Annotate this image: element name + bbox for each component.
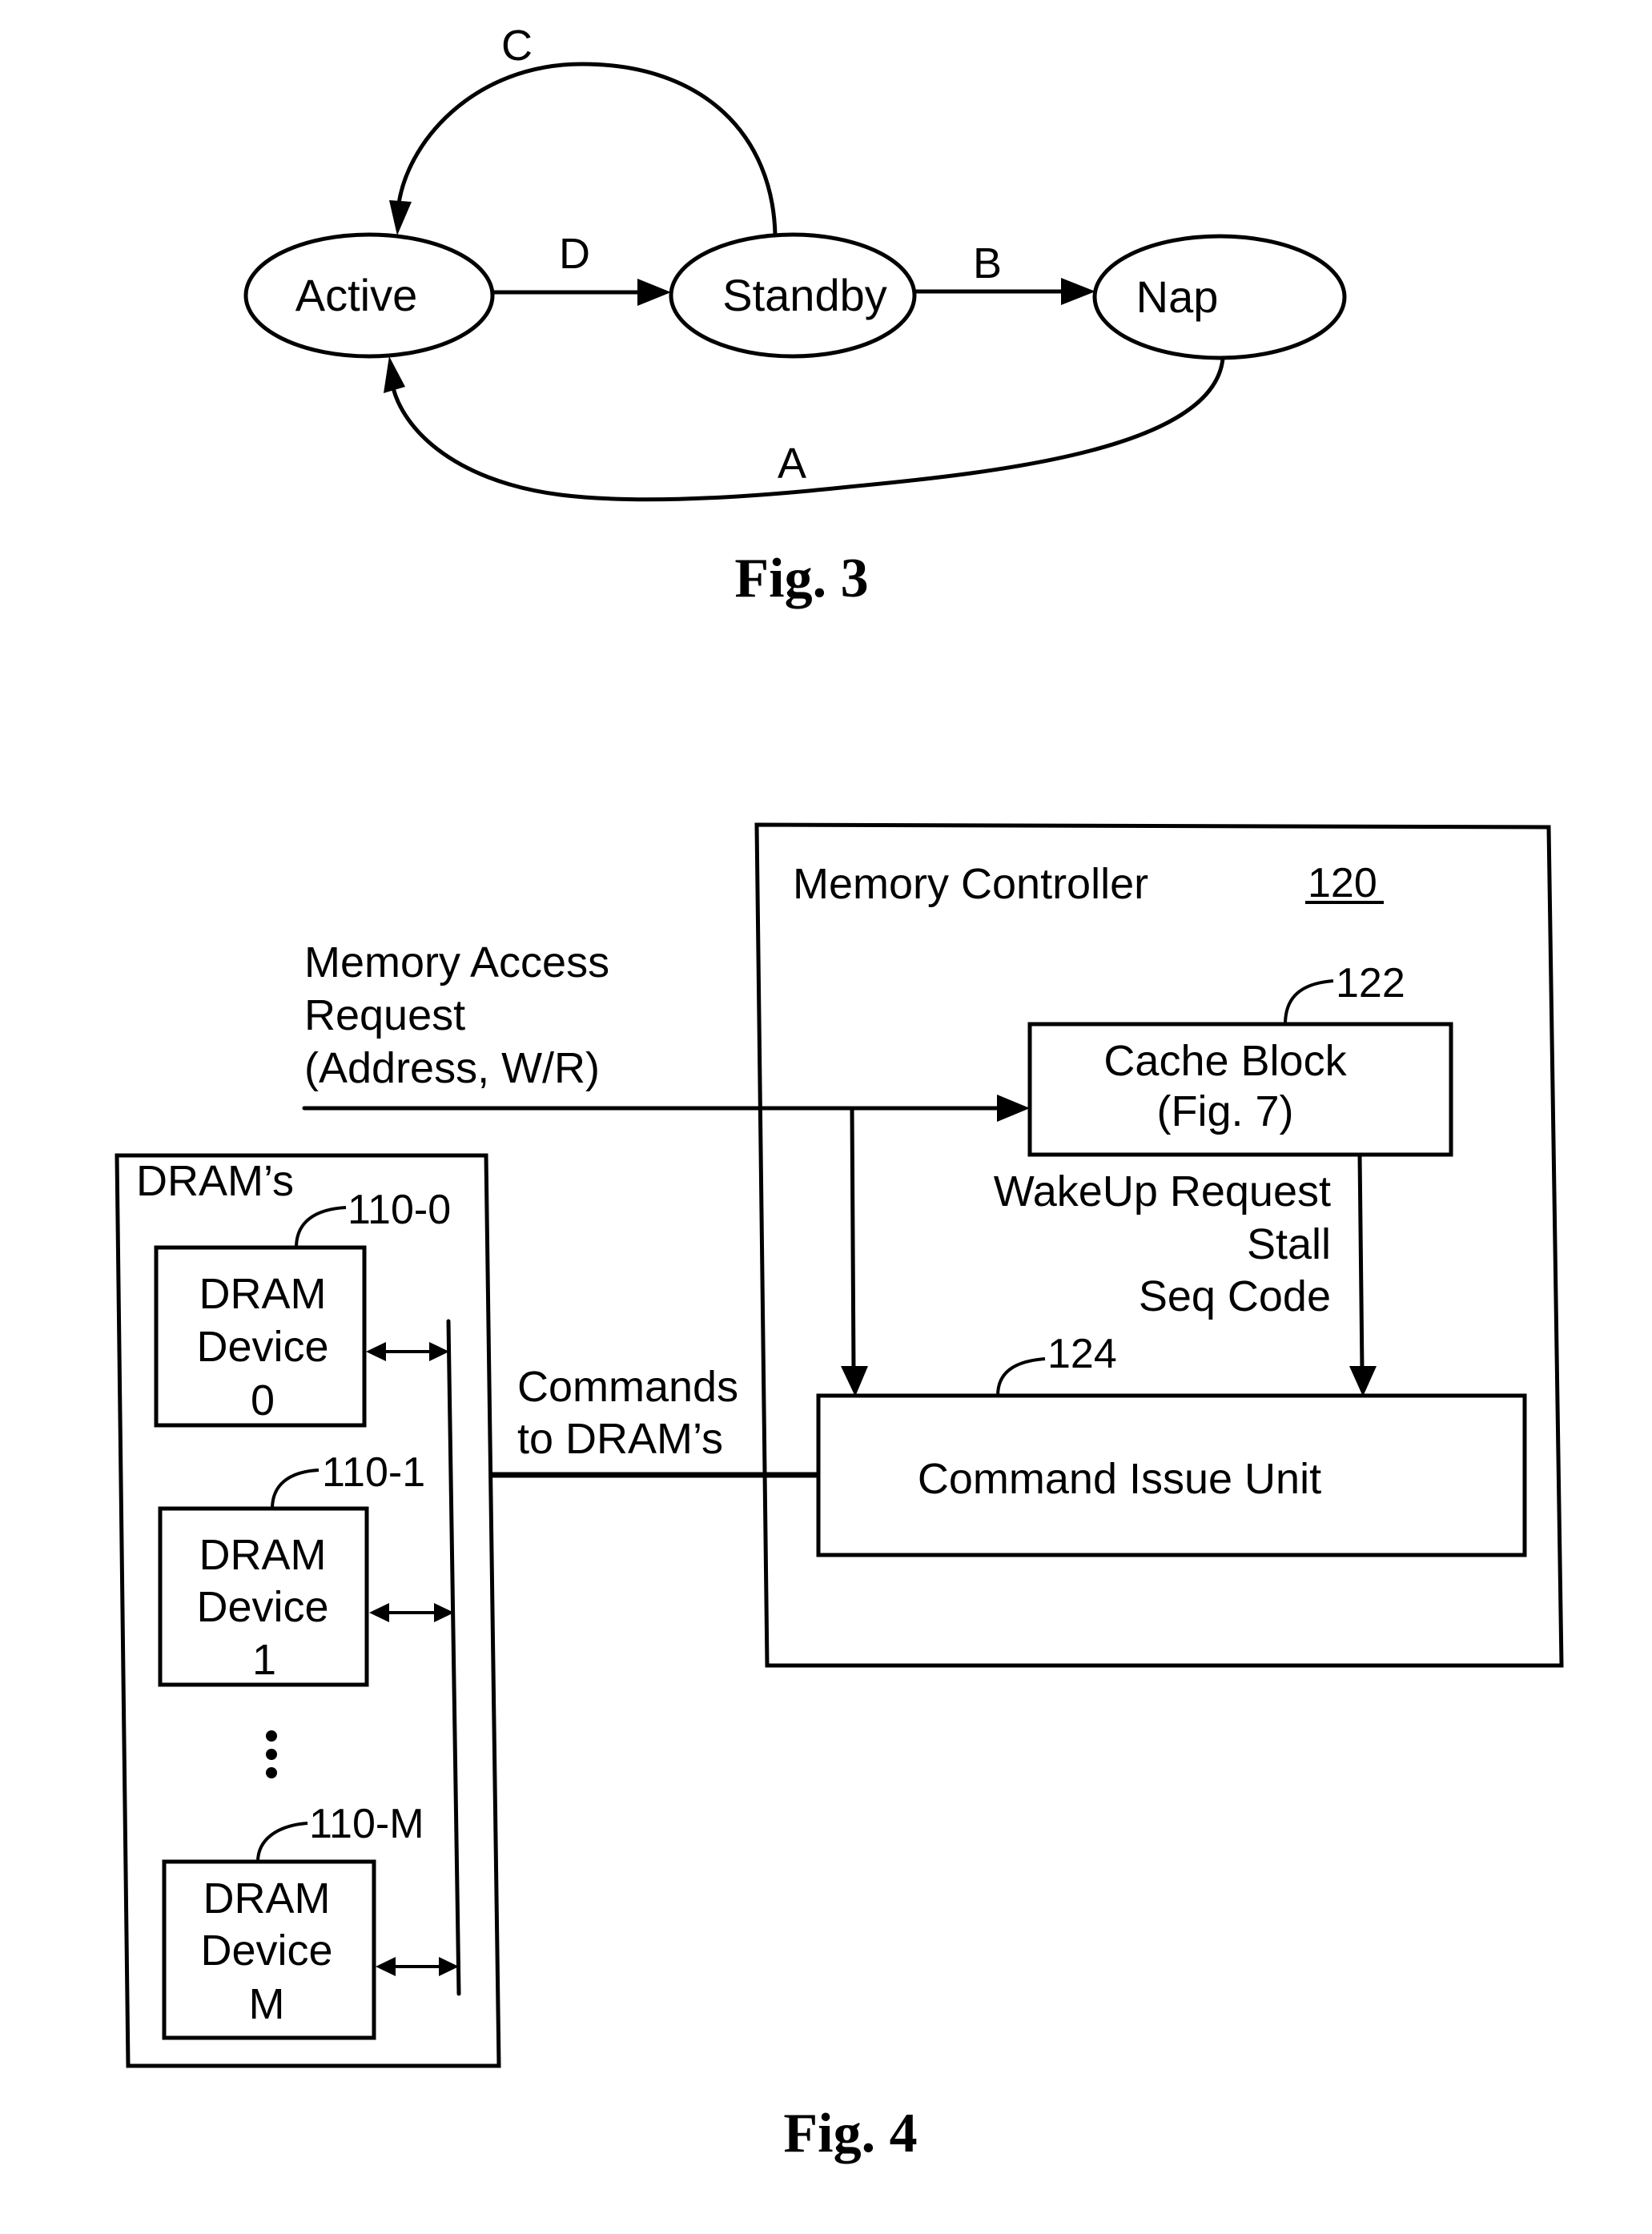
dram-device-m-ref: 110-M	[309, 1801, 424, 1847]
ellipsis-dot	[266, 1730, 277, 1742]
memory-access-request-line-3: (Address, W/R)	[304, 1044, 600, 1092]
transition-b-arrowhead	[1061, 278, 1095, 305]
cache-block-ref: 122	[1336, 960, 1405, 1007]
drams-title: DRAM’s	[136, 1157, 294, 1205]
dram-device-1-ref: 110-1	[322, 1449, 425, 1496]
state-active-label: Active	[295, 270, 418, 320]
state-standby: Standby	[669, 232, 917, 359]
dram-device-1-line-2: Device	[196, 1583, 328, 1631]
memory-access-request-line-2: Request	[304, 991, 465, 1039]
memory-access-request-line-1: Memory Access	[304, 938, 609, 986]
commands-label-line-2: to DRAM’s	[517, 1415, 723, 1463]
transition-a-label: A	[778, 440, 806, 488]
transition-c: C	[389, 22, 778, 237]
transition-c-arc	[396, 62, 778, 237]
fig4-block-diagram: Memory Controller 120 Memory Access Requ…	[115, 822, 1564, 2164]
state-nap-label: Nap	[1136, 271, 1219, 322]
transition-d: D	[491, 230, 671, 306]
signal-wakeup-request: WakeUp Request	[994, 1167, 1331, 1215]
transition-c-label: C	[501, 22, 533, 70]
dram-device-m-line-2: Device	[200, 1927, 332, 1975]
dram-device-1-line-1: DRAM	[199, 1531, 327, 1579]
transition-a-arc	[390, 356, 1225, 502]
dram-device-0-line-2: Device	[196, 1323, 328, 1371]
memory-controller-title: Memory Controller	[793, 860, 1148, 908]
dram-ellipsis	[266, 1730, 277, 1778]
dram-device-0-ref: 110-0	[348, 1187, 451, 1233]
dram-device-1-line-3: 1	[252, 1636, 276, 1684]
drams-group: DRAM’s DRAM Device 0 110-0 DRAM Device 1…	[115, 1153, 501, 2068]
transition-a: A	[384, 356, 1225, 502]
dram-device-0-line-1: DRAM	[199, 1270, 327, 1318]
state-active: Active	[243, 232, 495, 359]
command-issue-unit-label: Command Issue Unit	[918, 1455, 1321, 1503]
signal-stall: Stall	[1247, 1220, 1331, 1268]
ellipsis-dot	[266, 1767, 277, 1778]
memory-controller-ref: 120	[1308, 860, 1377, 906]
dram-device-0-line-3: 0	[251, 1376, 275, 1424]
transition-d-arrowhead	[637, 279, 671, 306]
command-issue-unit-ref: 124	[1047, 1331, 1117, 1377]
state-nap: Nap	[1092, 234, 1347, 360]
state-nap-node	[1092, 234, 1347, 360]
signals-line	[1357, 1152, 1365, 1373]
dram-device-m-line-3: M	[249, 1980, 285, 2028]
ellipsis-dot	[266, 1749, 277, 1760]
state-standby-label: Standby	[722, 270, 887, 320]
cache-block-line-2: (Fig. 7)	[1156, 1087, 1293, 1135]
fig3-state-diagram: C D B A Active Standby Nap Fig. 3	[243, 22, 1347, 609]
transition-b-label: B	[973, 239, 1002, 287]
patent-figures: C D B A Active Standby Nap Fig. 3 Memory…	[115, 22, 1564, 2164]
fig3-caption: Fig. 3	[734, 548, 868, 609]
dram-device-m-line-1: DRAM	[203, 1874, 331, 1923]
transition-b: B	[914, 239, 1095, 305]
transition-d-label: D	[559, 230, 590, 278]
transition-a-arrowhead	[384, 356, 405, 393]
transition-c-arrowhead	[389, 200, 412, 235]
commands-label-line-1: Commands	[517, 1363, 738, 1411]
fig4-caption: Fig. 4	[783, 2103, 917, 2164]
request-to-ciu-line	[850, 1106, 856, 1373]
cache-block-line-1: Cache Block	[1103, 1037, 1347, 1085]
signal-seq-code: Seq Code	[1139, 1272, 1331, 1320]
